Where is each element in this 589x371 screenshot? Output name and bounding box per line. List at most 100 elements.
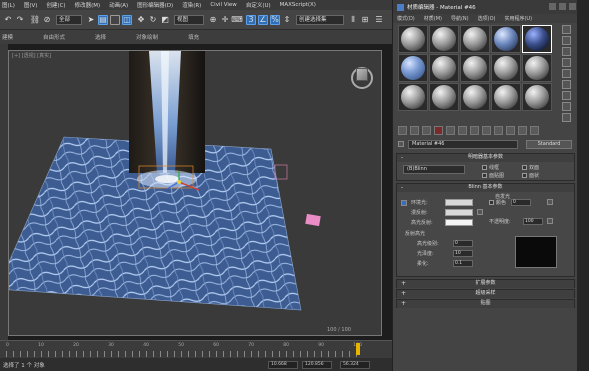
put-to-scene-icon[interactable] [410,126,419,135]
scene-explorer-strip[interactable] [0,44,8,340]
self-illum-spinner[interactable]: 0 [511,199,531,206]
diffuse-map-button[interactable] [477,209,483,215]
backlight-icon[interactable] [561,36,571,45]
specular-level-spinner[interactable]: 0 [453,240,473,247]
snaps-toggle-icon[interactable]: 3 [246,15,256,25]
specular-color-swatch[interactable] [445,219,473,226]
opacity-map-button[interactable] [547,218,553,224]
select-by-material-icon[interactable] [561,102,571,111]
angle-snap-icon[interactable]: ∠ [258,15,268,25]
wire-checkbox[interactable] [482,165,487,170]
percent-snap-icon[interactable]: % [270,15,280,25]
faceted-checkbox[interactable] [522,173,527,178]
perspective-viewport[interactable]: [+] [透视] [真实] 100 / 100 [8,50,382,336]
rollout-header[interactable]: - 明暗器基本参数 [397,154,574,162]
menu-item[interactable]: 自定义(U) [246,1,271,9]
menu-item[interactable]: 导航(N) [451,15,469,22]
viewport-label[interactable]: [+] [透视] [真实] [12,52,51,59]
material-editor-titlebar[interactable]: 材质编辑器 - Material #46 [393,0,578,14]
ambient-color-swatch[interactable] [445,199,473,206]
move-icon[interactable]: ✥ [136,15,146,25]
material-slot[interactable] [522,25,552,53]
material-slot[interactable] [491,83,521,111]
time-slider-marker[interactable] [356,343,360,355]
opacity-spinner[interactable]: 100 [523,218,543,225]
uv-tiling-icon[interactable] [561,58,571,67]
show-map-icon[interactable] [494,126,503,135]
material-slot[interactable] [460,54,490,82]
get-material-icon[interactable] [398,126,407,135]
material-slot[interactable] [460,25,490,53]
material-slot[interactable] [522,54,552,82]
spinner-snap-icon[interactable]: ⇕ [282,15,292,25]
make-preview-icon[interactable] [561,80,571,89]
select-manipulate-icon[interactable]: ✛ [220,15,230,25]
material-slot[interactable] [522,83,552,111]
face-map-checkbox[interactable] [482,173,487,178]
rollout-header[interactable]: + 扩展参数 [397,280,574,288]
shader-type-dropdown[interactable]: (B)Blinn [403,165,465,174]
show-end-result-icon[interactable] [506,126,515,135]
reset-map-icon[interactable] [434,126,443,135]
material-slot[interactable] [398,54,428,82]
menu-item[interactable]: MAXScript(X) [280,2,316,8]
menu-item[interactable]: 实用程序(U) [504,15,532,22]
rollout-header[interactable]: + 超级采样 [397,290,574,298]
menu-item[interactable]: 模式(D) [397,15,415,22]
two-sided-checkbox[interactable] [522,165,527,170]
align-icon[interactable]: ⊞ [360,15,370,25]
make-unique-icon[interactable] [458,126,467,135]
pink-helper-object[interactable] [305,213,321,227]
undo-icon[interactable]: ↶ [3,15,13,25]
timeline[interactable]: 0 10 20 30 40 50 60 70 80 90 100 [0,340,392,358]
rectangular-selection-icon[interactable] [110,15,120,25]
menu-item[interactable]: 创建(C) [46,1,65,9]
options-icon[interactable] [561,91,571,100]
background-icon[interactable] [561,47,571,56]
rotate-icon[interactable]: ↻ [148,15,158,25]
material-slot[interactable] [429,54,459,82]
maps-rollout[interactable]: + 贴图 [396,299,575,308]
viewcube-icon[interactable] [356,68,368,81]
material-slot[interactable] [398,83,428,111]
pivot-icon[interactable]: ⊕ [208,15,218,25]
timeline-track[interactable] [6,351,362,357]
menu-item[interactable]: 材质(M) [424,15,442,22]
ribbon-tab[interactable]: 选择 [95,33,106,41]
material-slot[interactable] [460,83,490,111]
unlink-icon[interactable]: ⊘ [42,15,52,25]
self-illum-color-checkbox[interactable] [489,200,494,205]
menu-item[interactable]: Civil View [210,2,236,8]
assign-to-selection-icon[interactable] [422,126,431,135]
material-id-icon[interactable] [482,126,491,135]
soften-spinner[interactable]: 0.1 [453,260,473,267]
menu-item[interactable]: 图(L) [2,1,15,9]
menu-item[interactable]: 图形编辑器(D) [137,1,173,9]
mirror-icon[interactable]: ⫴ [348,15,358,25]
material-type-button[interactable]: Standard [526,140,572,149]
menu-item[interactable]: 选项(O) [478,15,496,22]
menu-item[interactable]: 修改器(M) [75,1,101,9]
material-slot[interactable] [429,25,459,53]
y-coordinate-field[interactable]: 120.856 [302,361,332,369]
link-icon[interactable]: ⛓ [30,15,40,25]
material-name-field[interactable]: Material #46 [408,140,518,149]
ribbon-tab[interactable]: 自由形式 [43,33,65,41]
selection-filter-dropdown[interactable]: 全部 [56,15,82,25]
reference-coordinate-dropdown[interactable]: 视图 [174,15,204,25]
named-selection-set-dropdown[interactable]: 创建选择集 [296,15,344,25]
window-crossing-icon[interactable]: ◫ [122,15,132,25]
rollout-header[interactable]: + 贴图 [397,300,574,308]
layer-manager-icon[interactable]: ☰ [374,15,384,25]
pick-material-icon[interactable] [398,141,404,147]
select-by-name-icon[interactable]: ▤ [98,15,108,25]
material-slot[interactable] [491,25,521,53]
self-illum-map-button[interactable] [547,199,553,205]
lock-ambient-diffuse-icon[interactable] [401,200,407,206]
diffuse-color-swatch[interactable] [445,209,473,216]
make-copy-icon[interactable] [446,126,455,135]
glossiness-spinner[interactable]: 10 [453,250,473,257]
material-slot[interactable] [491,54,521,82]
keyboard-shortcut-icon[interactable]: ⌨ [231,15,243,25]
go-forward-sibling-icon[interactable] [530,126,539,135]
